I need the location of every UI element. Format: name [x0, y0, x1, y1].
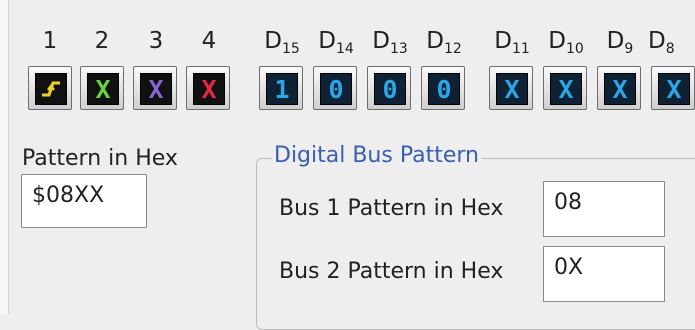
channel-4-dontcare-button[interactable]: X [186, 66, 230, 110]
bit-d13-header: D13 [372, 28, 408, 57]
bus2-pattern-field[interactable]: 0X [543, 246, 665, 302]
pattern-in-hex-field[interactable]: $08XX [21, 174, 147, 228]
bit-value: X [658, 73, 690, 105]
dontcare-x-glyph: X [140, 73, 172, 105]
bit-value: X [496, 73, 528, 105]
bit-d15-button[interactable]: 1 [259, 66, 303, 110]
bit-d12-button[interactable]: 0 [421, 66, 465, 110]
bus2-pattern-label: Bus 2 Pattern in Hex [279, 259, 504, 284]
bit-d12-header: D12 [426, 28, 462, 57]
digital-bus-pattern-title: Digital Bus Pattern [272, 143, 481, 168]
bit-value: X [550, 73, 582, 105]
bus1-pattern-field[interactable]: 08 [543, 181, 665, 237]
channel-2-header: 2 [94, 28, 110, 54]
bus1-pattern-label: Bus 1 Pattern in Hex [279, 196, 504, 221]
rising-edge-icon [35, 73, 67, 105]
bit-value: 1 [266, 73, 298, 105]
bit-d9-header: D9 [606, 28, 634, 57]
pattern-in-hex-label: Pattern in Hex [22, 146, 178, 171]
channel-1-trigger-button[interactable] [28, 66, 72, 110]
bit-value: 0 [374, 73, 406, 105]
channel-3-dontcare-button[interactable]: X [133, 66, 177, 110]
bit-d10-button[interactable]: X [543, 66, 587, 110]
window-left-edge [0, 0, 9, 314]
channel-4-header: 4 [201, 28, 217, 54]
bit-d14-header: D14 [318, 28, 354, 57]
channel-2-dontcare-button[interactable]: X [80, 66, 124, 110]
bit-d11-header: D11 [494, 28, 530, 57]
bit-value: 0 [428, 73, 460, 105]
channel-3-header: 3 [148, 28, 164, 54]
bit-value: X [604, 73, 636, 105]
bit-d9-button[interactable]: X [597, 66, 641, 110]
bit-d8-header: D8 [648, 28, 675, 57]
bit-d15-header: D15 [264, 28, 300, 57]
channel-1-header: 1 [42, 28, 58, 54]
bit-d8-button[interactable]: X [651, 66, 695, 110]
bit-d11-button[interactable]: X [489, 66, 533, 110]
bit-d10-header: D10 [548, 28, 584, 57]
bit-value: 0 [320, 73, 352, 105]
dontcare-x-glyph: X [87, 73, 119, 105]
dontcare-x-glyph: X [193, 73, 225, 105]
bit-d14-button[interactable]: 0 [313, 66, 357, 110]
bit-d13-button[interactable]: 0 [367, 66, 411, 110]
